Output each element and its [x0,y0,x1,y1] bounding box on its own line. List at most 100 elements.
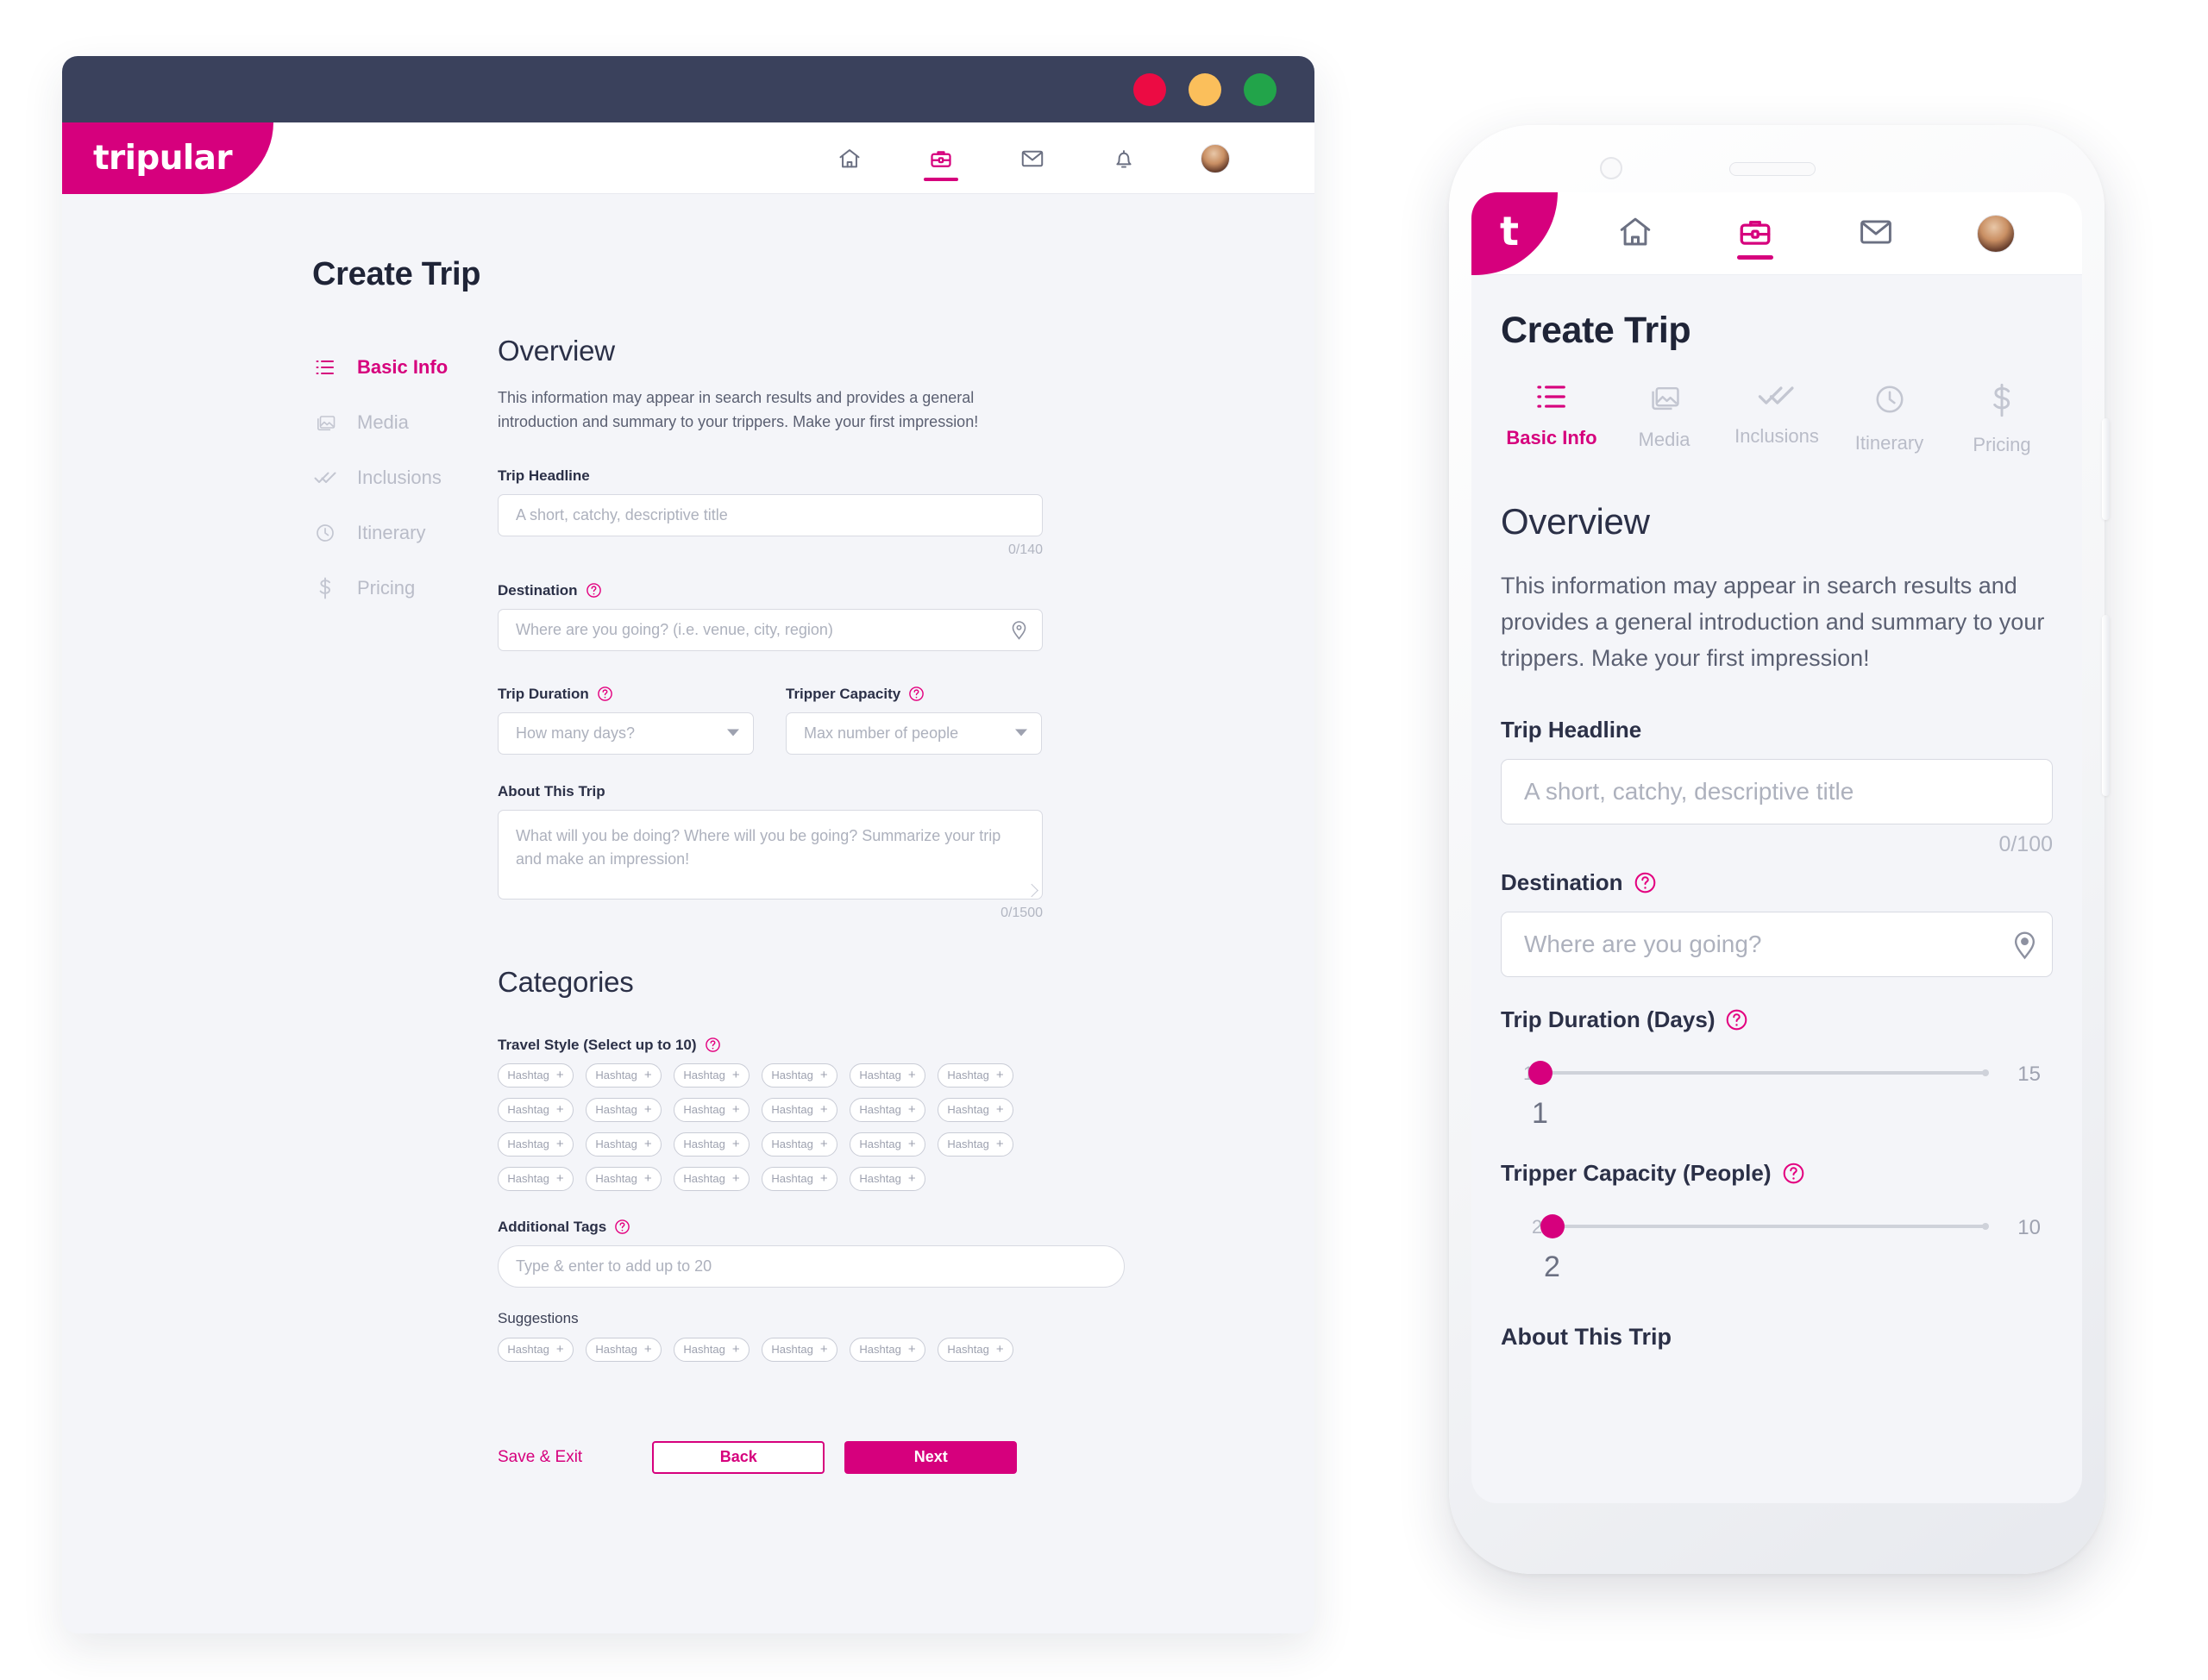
mobile-nav-home[interactable] [1610,204,1660,263]
maximize-button[interactable] [1244,72,1276,106]
help-icon[interactable] [586,582,602,599]
label-text: Destination [1501,868,1623,895]
help-icon[interactable] [1634,871,1657,894]
tripper-capacity-label: Tripper Capacity [786,686,1042,703]
mobile-step-tabs: Basic Info Media Inclusions Itinerary Pr… [1504,383,2049,456]
help-icon[interactable] [1782,1162,1805,1185]
trip-duration-slider[interactable]: 1 15 [1501,1054,2053,1092]
nav-home[interactable] [830,135,869,183]
mobile-app-header: t [1471,192,2082,275]
about-trip-textarea[interactable]: What will you be doing? Where will you b… [498,809,1043,900]
hashtag-pill[interactable]: Hashtag + [586,1063,662,1088]
tab-media[interactable]: Media [1617,383,1712,456]
hashtag-pill-label: Hashtag [771,1138,813,1151]
mobile-nav-messages[interactable] [1851,204,1901,263]
help-icon[interactable] [614,1219,630,1235]
help-icon[interactable] [597,686,613,702]
help-icon[interactable] [908,686,925,702]
hashtag-pill[interactable]: Hashtag + [498,1063,574,1088]
plus-icon: + [731,1171,740,1187]
nav-profile[interactable] [1195,135,1235,183]
hashtag-pill[interactable]: Hashtag + [850,1166,925,1191]
hashtag-pill[interactable]: Hashtag + [850,1097,925,1122]
tripper-capacity-slider[interactable]: 2 10 [1501,1207,2053,1245]
help-icon[interactable] [705,1037,721,1053]
hashtag-pill[interactable]: Hashtag + [938,1131,1013,1157]
hashtag-pill[interactable]: Hashtag + [498,1131,574,1157]
hashtag-pill[interactable]: Hashtag + [586,1337,662,1362]
hashtag-pill[interactable]: Hashtag + [762,1166,837,1191]
tab-itinerary[interactable]: Itinerary [1842,383,1937,456]
hashtag-pill[interactable]: Hashtag + [762,1097,837,1122]
hashtag-pill[interactable]: Hashtag + [762,1131,837,1157]
mobile-trip-headline-input[interactable]: A short, catchy, descriptive title [1501,758,2053,824]
tripper-capacity-select[interactable]: Max number of people [786,711,1042,755]
page-content: Create Trip Basic Info Media Inclusions … [62,194,1314,1633]
nav-messages[interactable] [1013,135,1052,183]
hashtag-pill[interactable]: Hashtag + [498,1166,574,1191]
save-and-exit-link[interactable]: Save & Exit [498,1448,582,1467]
hashtag-pill[interactable]: Hashtag + [674,1131,750,1157]
hashtag-pill-label: Hashtag [683,1343,725,1357]
tab-label: Basic Info [1506,427,1597,448]
hashtag-pill[interactable]: Hashtag + [938,1063,1013,1088]
slider-end-dot [1982,1069,1989,1076]
power-button[interactable] [2102,615,2110,796]
hashtag-pill[interactable]: Hashtag + [938,1097,1013,1122]
slider-thumb[interactable] [1540,1213,1565,1238]
hashtag-pill[interactable]: Hashtag + [762,1063,837,1088]
close-button[interactable] [1133,72,1166,106]
hashtag-pill[interactable]: Hashtag + [850,1131,925,1157]
mobile-overview-description: This information may appear in search re… [1501,573,2045,671]
minimize-button[interactable] [1189,72,1221,106]
plus-icon: + [995,1102,1004,1118]
sidebar-item-itinerary[interactable]: Itinerary [312,505,498,561]
hashtag-pill[interactable]: Hashtag + [498,1097,574,1122]
help-icon[interactable] [1725,1008,1748,1031]
hashtag-pill-label: Hashtag [859,1172,901,1186]
hashtag-pill[interactable]: Hashtag + [498,1337,574,1362]
tab-inclusions[interactable]: Inclusions [1729,383,1824,456]
hashtag-pill[interactable]: Hashtag + [762,1337,837,1362]
mobile-destination-label: Destination [1501,869,2053,896]
sidebar-item-media[interactable]: Media [312,395,498,450]
destination-input[interactable]: Where are you going? (i.e. venue, city, … [498,608,1043,651]
hashtag-pill[interactable]: Hashtag + [850,1337,925,1362]
hashtag-pill[interactable]: Hashtag + [850,1063,925,1088]
suggestions-pill-group: Hashtag + Hashtag + Hashtag + Hashtag + Hashtag +… [498,1337,1050,1362]
hashtag-pill[interactable]: Hashtag + [938,1337,1013,1362]
plus-icon: + [819,1068,828,1083]
tab-basic-info[interactable]: Basic Info [1504,383,1599,456]
placeholder-text: What will you be doing? Where will you b… [516,826,1001,868]
hashtag-pill[interactable]: Hashtag + [674,1063,750,1088]
hashtag-pill[interactable]: Hashtag + [674,1166,750,1191]
mobile-destination-input[interactable]: Where are you going? [1501,911,2053,977]
hashtag-pill-label: Hashtag [771,1069,813,1082]
tab-pricing[interactable]: Pricing [1954,383,2049,456]
nav-trips[interactable] [921,135,961,183]
mobile-header-nav [1575,192,2056,275]
hashtag-pill[interactable]: Hashtag + [586,1166,662,1191]
brand-logo[interactable]: tripular [62,122,273,194]
next-button[interactable]: Next [844,1440,1018,1474]
slider-thumb[interactable] [1528,1060,1552,1085]
hashtag-pill[interactable]: Hashtag + [586,1097,662,1122]
hashtag-pill[interactable]: Hashtag + [586,1131,662,1157]
slider-track [1537,1069,1989,1076]
mobile-brand-logo[interactable]: t [1471,192,1558,275]
trip-headline-input[interactable]: A short, catchy, descriptive title [498,493,1043,536]
sidebar-item-pricing[interactable]: Pricing [312,561,498,616]
resize-handle-icon[interactable] [1025,883,1038,898]
sidebar-item-basic-info[interactable]: Basic Info [312,340,498,395]
sidebar-item-inclusions[interactable]: Inclusions [312,450,498,505]
hashtag-pill[interactable]: Hashtag + [674,1097,750,1122]
mobile-nav-profile[interactable] [1971,204,2021,263]
back-button[interactable]: Back [652,1440,825,1474]
additional-tags-input[interactable]: Type & enter to add up to 20 [498,1244,1125,1288]
trip-duration-select[interactable]: How many days? [498,711,754,755]
mobile-nav-trips[interactable] [1730,204,1780,263]
nav-notifications[interactable] [1104,135,1144,183]
tab-label: Media [1638,429,1690,450]
volume-up-button[interactable] [2102,418,2110,520]
hashtag-pill[interactable]: Hashtag + [674,1337,750,1362]
